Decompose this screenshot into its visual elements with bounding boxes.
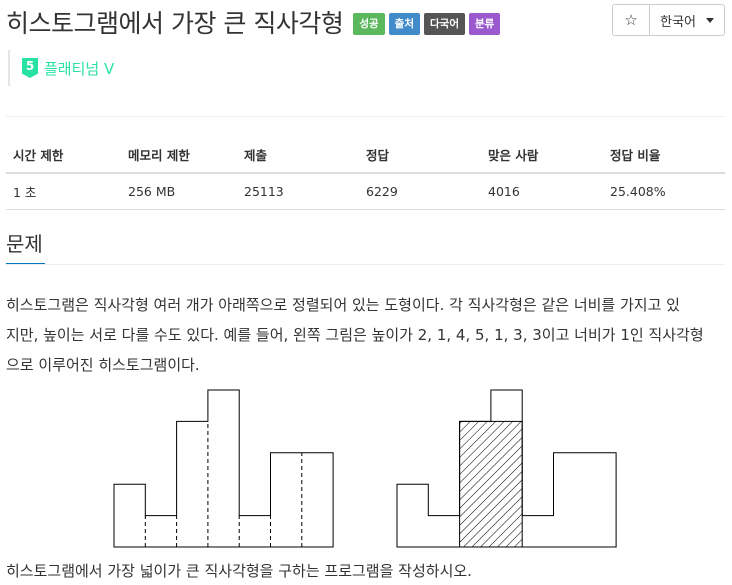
header-accept-ratio: 정답 비율 — [603, 137, 725, 174]
tier-display: 5 플래티넘 V — [8, 50, 114, 86]
description-line: 지만, 높이는 서로 다를 수도 있다. 예를 들어, 왼쪽 그림은 높이가 2… — [6, 326, 704, 344]
header-memory-limit: 메모리 제한 — [121, 137, 237, 174]
caret-down-icon — [706, 17, 714, 23]
section-divider — [6, 264, 725, 265]
right-histogram — [396, 389, 617, 548]
header-time-limit: 시간 제한 — [6, 137, 121, 174]
info-header-row: 시간 제한 메모리 제한 제출 정답 맞은 사람 정답 비율 — [6, 137, 725, 174]
title-row: 히스토그램에서 가장 큰 직사각형 성공 출처 다국어 분류 — [6, 4, 501, 40]
language-label: 한국어 — [660, 14, 696, 30]
star-icon: ☆ — [624, 11, 638, 29]
info-value-row: 1 초 256 MB 25113 6229 4016 25.408% — [6, 173, 725, 210]
task-statement: 히스토그램에서 가장 넓이가 큰 직사각형을 구하는 프로그램을 작성하시오. — [6, 562, 472, 580]
title-actions: ☆ 한국어 — [612, 4, 725, 36]
solvers-value: 4016 — [481, 173, 603, 210]
tier-name[interactable]: 플래티넘 V — [44, 58, 114, 79]
histogram-outline — [113, 389, 334, 548]
header-submissions: 제출 — [237, 137, 359, 174]
histogram-figure — [113, 389, 617, 548]
description-line: 으로 이루어진 히스토그램이다. — [6, 356, 200, 374]
favorite-star-button[interactable]: ☆ — [612, 4, 651, 36]
description-line: 히스토그램은 직사각형 여러 개가 아래쪽으로 정렬되어 있는 도형이다. 각 … — [6, 296, 680, 314]
accept-ratio-value: 25.408% — [603, 173, 725, 210]
submissions-value: 25113 — [237, 173, 359, 210]
problem-labels: 성공 출처 다국어 분류 — [353, 13, 501, 35]
tier-badge-icon: 5 — [22, 58, 38, 78]
accepted-value: 6229 — [359, 173, 481, 210]
time-limit-value: 1 초 — [6, 173, 121, 210]
section-title: 문제 — [6, 228, 45, 265]
page-title: 히스토그램에서 가장 큰 직사각형 — [6, 9, 344, 38]
language-dropdown[interactable]: 한국어 — [650, 4, 725, 36]
largest-rectangle — [459, 420, 523, 548]
memory-limit-value: 256 MB — [121, 173, 237, 210]
divider — [6, 116, 725, 117]
header-accepted: 정답 — [359, 137, 481, 174]
problem-info-table: 시간 제한 메모리 제한 제출 정답 맞은 사람 정답 비율 1 초 256 M… — [6, 137, 725, 210]
label-source[interactable]: 출처 — [388, 13, 420, 35]
label-category[interactable]: 분류 — [468, 13, 501, 35]
header-solvers: 맞은 사람 — [481, 137, 603, 174]
problem-description: 히스토그램은 직사각형 여러 개가 아래쪽으로 정렬되어 있는 도형이다. 각 … — [6, 290, 722, 380]
label-multilang[interactable]: 다국어 — [424, 13, 465, 35]
left-histogram — [113, 389, 334, 548]
label-success[interactable]: 성공 — [353, 13, 385, 35]
